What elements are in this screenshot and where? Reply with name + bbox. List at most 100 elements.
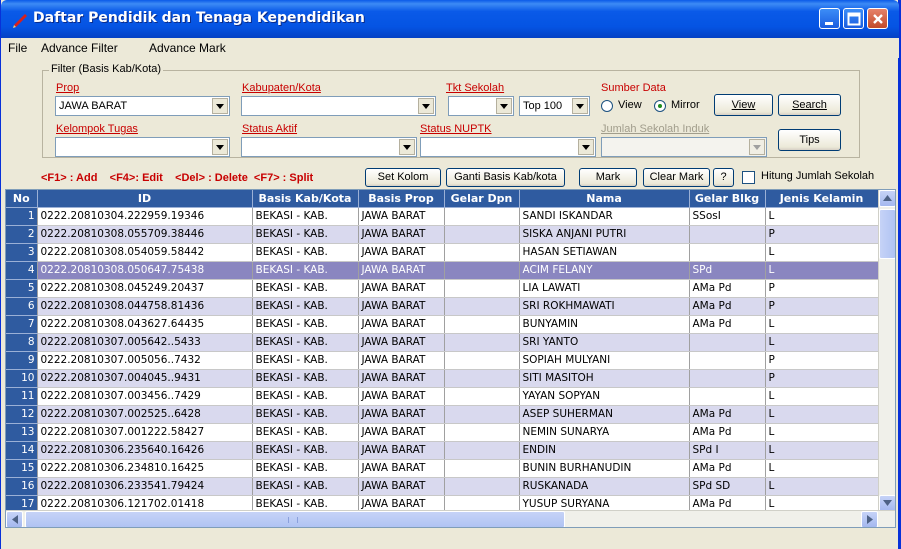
row-number[interactable]: 2 — [6, 225, 38, 244]
mirror-radio[interactable] — [654, 100, 666, 112]
table-cell[interactable]: BEKASI - KAB. — [252, 225, 359, 244]
row-number[interactable]: 4 — [6, 261, 38, 280]
chevron-down-icon[interactable] — [212, 139, 228, 155]
title-bar[interactable]: Daftar Pendidik dan Tenaga Kependidikan — [1, 0, 899, 38]
table-cell[interactable] — [444, 459, 520, 478]
table-cell[interactable]: AMa Pd — [689, 423, 766, 442]
column-header[interactable]: Gelar Dpn — [444, 190, 520, 208]
table-cell[interactable]: AMa Pd — [689, 405, 766, 424]
table-cell[interactable] — [689, 243, 766, 262]
table-cell[interactable]: AMa Pd — [689, 297, 766, 316]
table-cell[interactable]: P — [765, 297, 879, 316]
row-number[interactable]: 6 — [6, 297, 38, 316]
table-cell[interactable]: SITI MASITOH — [519, 369, 690, 388]
table-cell[interactable]: 0222.20810308.055709.38446 — [37, 225, 253, 244]
chevron-down-icon[interactable] — [749, 139, 765, 155]
table-cell[interactable]: 0222.20810306.234810.16425 — [37, 459, 253, 478]
table-cell[interactable]: AMa Pd — [689, 315, 766, 334]
table-cell[interactable]: L — [765, 423, 879, 442]
table-cell[interactable]: L — [765, 243, 879, 262]
table-cell[interactable]: 0222.20810304.222959.19346 — [37, 207, 253, 226]
table-cell[interactable]: L — [765, 405, 879, 424]
table-cell[interactable]: JAWA BARAT — [358, 261, 445, 280]
minimize-button[interactable] — [819, 8, 840, 29]
table-cell[interactable] — [444, 261, 520, 280]
table-cell[interactable]: SANDI ISKANDAR — [519, 207, 690, 226]
table-row[interactable]: 12 0222.20810307.002525..6428 BEKASI - KAB… — [6, 405, 879, 424]
prop-combo[interactable]: JAWA BARAT — [55, 96, 230, 116]
table-cell[interactable]: AMa Pd — [689, 459, 766, 478]
row-number[interactable]: 7 — [6, 315, 38, 334]
table-cell[interactable]: 0222.20810306.233541.79424 — [37, 477, 253, 496]
table-cell[interactable] — [444, 225, 520, 244]
table-cell[interactable]: SPd SD — [689, 477, 766, 496]
row-number[interactable]: 11 — [6, 387, 38, 406]
data-grid[interactable]: No ID Basis Kab/Kota Basis Prop Gelar Dpn Nam… — [5, 189, 896, 528]
chevron-down-icon[interactable] — [418, 98, 434, 114]
chevron-down-icon[interactable] — [572, 98, 588, 114]
table-cell[interactable]: BEKASI - KAB. — [252, 405, 359, 424]
table-row[interactable]: 1 0222.20810304.222959.19346 BEKASI - KAB.… — [6, 207, 879, 226]
table-cell[interactable] — [444, 279, 520, 298]
table-cell[interactable]: JAWA BARAT — [358, 405, 445, 424]
table-cell[interactable]: L — [765, 387, 879, 406]
table-cell[interactable]: HASAN SETIAWAN — [519, 243, 690, 262]
table-cell[interactable]: BEKASI - KAB. — [252, 315, 359, 334]
table-cell[interactable] — [444, 297, 520, 316]
table-cell[interactable]: BEKASI - KAB. — [252, 243, 359, 262]
table-cell[interactable]: LIA LAWATI — [519, 279, 690, 298]
vertical-scroll-thumb[interactable] — [879, 209, 895, 259]
table-row[interactable]: 7 0222.20810308.043627.64435 BEKASI - KAB.… — [6, 315, 879, 334]
clear-mark-button[interactable]: Clear Mark — [643, 168, 710, 187]
table-cell[interactable]: ACIM FELANY — [519, 261, 690, 280]
table-cell[interactable] — [444, 405, 520, 424]
chevron-down-icon[interactable] — [399, 139, 415, 155]
table-cell[interactable]: 0222.20810307.001222.58427 — [37, 423, 253, 442]
table-cell[interactable]: 0222.20810308.050647.75438 — [37, 261, 253, 280]
kelompok-tugas-combo[interactable] — [55, 137, 230, 157]
table-row[interactable]: 11 0222.20810307.003456..7429 BEKASI - KAB… — [6, 387, 879, 406]
table-cell[interactable]: SRI ROKHMAWATI — [519, 297, 690, 316]
row-number[interactable]: 5 — [6, 279, 38, 298]
table-cell[interactable]: L — [765, 333, 879, 352]
table-cell[interactable] — [689, 351, 766, 370]
row-number[interactable]: 3 — [6, 243, 38, 262]
hitung-checkbox[interactable] — [742, 171, 755, 184]
table-row[interactable]: 15 0222.20810306.234810.16425 BEKASI - KAB… — [6, 459, 879, 478]
table-cell[interactable]: L — [765, 261, 879, 280]
row-number[interactable]: 15 — [6, 459, 38, 478]
table-row[interactable]: 10 0222.20810307.004045..9431 BEKASI - KAB… — [6, 369, 879, 388]
chevron-down-icon[interactable] — [212, 98, 228, 114]
table-cell[interactable]: BEKASI - KAB. — [252, 441, 359, 460]
table-row[interactable]: 13 0222.20810307.001222.58427 BEKASI - KAB… — [6, 423, 879, 442]
table-cell[interactable]: AMa Pd — [689, 279, 766, 298]
table-cell[interactable]: JAWA BARAT — [358, 225, 445, 244]
table-cell[interactable]: BEKASI - KAB. — [252, 261, 359, 280]
table-cell[interactable]: JAWA BARAT — [358, 207, 445, 226]
column-header[interactable]: Basis Kab/Kota — [252, 190, 359, 208]
table-cell[interactable]: L — [765, 459, 879, 478]
table-cell[interactable]: BUNYAMIN — [519, 315, 690, 334]
table-cell[interactable]: 0222.20810306.235640.16426 — [37, 441, 253, 460]
table-row[interactable]: 5 0222.20810308.045249.20437 BEKASI - KAB.… — [6, 279, 879, 298]
table-cell[interactable]: P — [765, 351, 879, 370]
table-cell[interactable]: P — [765, 369, 879, 388]
table-cell[interactable]: RUSKANADA — [519, 477, 690, 496]
menu-file[interactable]: File — [8, 41, 27, 55]
table-cell[interactable]: P — [765, 225, 879, 244]
table-row[interactable]: 3 0222.20810308.054059.58442 BEKASI - KAB.… — [6, 243, 879, 262]
mark-button[interactable]: Mark — [579, 168, 637, 187]
table-cell[interactable]: L — [765, 441, 879, 460]
scroll-up-button[interactable] — [879, 190, 895, 207]
row-number[interactable]: 12 — [6, 405, 38, 424]
column-header[interactable]: ID — [37, 190, 253, 208]
column-header[interactable]: Nama — [519, 190, 690, 208]
table-cell[interactable]: 0222.20810307.005056..7432 — [37, 351, 253, 370]
tkt-sekolah-combo[interactable] — [448, 96, 514, 116]
table-cell[interactable] — [444, 441, 520, 460]
table-cell[interactable] — [444, 387, 520, 406]
table-cell[interactable]: 0222.20810307.004045..9431 — [37, 369, 253, 388]
table-row[interactable]: 8 0222.20810307.005642..5433 BEKASI - KAB.… — [6, 333, 879, 352]
maximize-button[interactable] — [843, 8, 864, 29]
table-cell[interactable]: ENDIN — [519, 441, 690, 460]
